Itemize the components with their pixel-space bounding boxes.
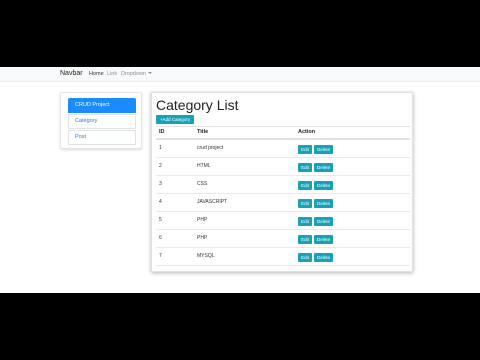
cell-title: PHP <box>197 217 208 223</box>
navbar-brand[interactable]: Navbar <box>60 70 83 77</box>
cell-id: 5 <box>159 217 162 223</box>
delete-button[interactable]: Delete <box>314 235 333 244</box>
edit-button[interactable]: Edit <box>298 253 312 262</box>
delete-button[interactable]: Delete <box>314 253 333 262</box>
cell-id: 2 <box>159 163 162 169</box>
table-row: 2 HTML Edit Delete <box>156 158 410 176</box>
nav-dropdown-label: Dropdown <box>121 71 147 77</box>
navbar: Navbar Home Link Dropdown <box>0 67 480 82</box>
column-header-id: ID <box>159 129 165 135</box>
edit-button[interactable]: Edit <box>298 199 312 208</box>
table-row: 5 PHP Edit Delete <box>156 212 410 230</box>
table-row: 6 PHP Edit Delete <box>156 230 410 248</box>
sidebar-item-category[interactable]: Category <box>68 114 136 129</box>
sidebar-item-crud-project[interactable]: CRUD Project <box>68 98 136 113</box>
sidebar: CRUD Project Category Post <box>60 92 142 149</box>
cell-id: 3 <box>159 181 162 187</box>
nav-link-link[interactable]: Link <box>107 71 117 77</box>
column-header-action: Action <box>298 129 316 135</box>
nav-dropdown[interactable]: Dropdown <box>121 71 153 77</box>
table-row: 1 crud project Edit Delete <box>156 140 410 158</box>
cell-title: JAVASCRIPT <box>197 199 228 205</box>
edit-button[interactable]: Edit <box>298 217 312 226</box>
cell-title: crud project <box>197 145 224 151</box>
cell-title: CSS <box>197 181 208 187</box>
table-row: 7 MYSQL Edit Delete <box>156 248 410 266</box>
column-header-title: Title <box>197 129 209 135</box>
nav-link-home[interactable]: Home <box>89 71 104 77</box>
delete-button[interactable]: Delete <box>314 181 333 190</box>
table-divider <box>156 126 410 127</box>
app-screen: Navbar Home Link Dropdown CRUD Project C… <box>0 67 480 293</box>
table-row: 4 JAVASCRIPT Edit Delete <box>156 194 410 212</box>
delete-button[interactable]: Delete <box>314 145 333 154</box>
delete-button[interactable]: Delete <box>314 217 333 226</box>
delete-button[interactable]: Delete <box>314 163 333 172</box>
edit-button[interactable]: Edit <box>298 145 312 154</box>
chevron-down-icon <box>148 72 153 74</box>
cell-title: HTML <box>197 163 211 169</box>
add-category-button[interactable]: +Add Category <box>156 115 194 124</box>
edit-button[interactable]: Edit <box>298 163 312 172</box>
sidebar-item-post[interactable]: Post <box>68 130 136 145</box>
category-panel: Category List +Add Category ID Title Act… <box>151 92 413 272</box>
table-row: 3 CSS Edit Delete <box>156 176 410 194</box>
cell-id: 6 <box>159 235 162 241</box>
cell-id: 1 <box>159 145 162 151</box>
edit-button[interactable]: Edit <box>298 181 312 190</box>
cell-title: PHP <box>197 235 208 241</box>
edit-button[interactable]: Edit <box>298 235 312 244</box>
cell-title: MYSQL <box>197 253 215 259</box>
page-title: Category List <box>156 97 239 113</box>
cell-id: 7 <box>159 253 162 259</box>
delete-button[interactable]: Delete <box>314 199 333 208</box>
cell-id: 4 <box>159 199 162 205</box>
